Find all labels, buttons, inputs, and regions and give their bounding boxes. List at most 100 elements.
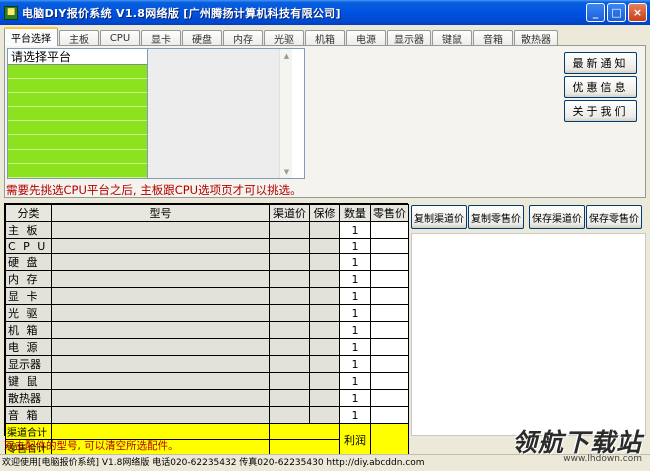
header-channel-price: 渠道价 — [269, 204, 310, 222]
tab-monitor[interactable]: 显示器 — [387, 30, 431, 46]
row-model[interactable] — [51, 221, 270, 239]
row-qty[interactable]: 1 — [339, 338, 371, 357]
save-retail-price-button[interactable]: 保存零售价 — [586, 205, 642, 229]
tab-speaker[interactable]: 音箱 — [473, 30, 513, 46]
row-qty[interactable]: 1 — [339, 406, 371, 425]
tab-platform[interactable]: 平台选择 — [4, 27, 58, 46]
platform-row[interactable] — [8, 93, 147, 108]
row-model[interactable] — [51, 338, 270, 357]
row-qty[interactable]: 1 — [339, 237, 371, 255]
row-qty[interactable]: 1 — [339, 253, 371, 272]
minimize-button[interactable]: _ — [586, 3, 605, 22]
table-row: 显 卡 1 — [5, 287, 409, 306]
tab-power[interactable]: 电源 — [346, 30, 386, 46]
channel-total-sum — [269, 423, 340, 441]
row-channel-price — [269, 253, 310, 272]
watermark-text: 领航下载站 — [512, 428, 643, 457]
tab-harddisk[interactable]: 硬盘 — [182, 30, 222, 46]
row-model[interactable] — [51, 389, 270, 408]
tab-keyboard-mouse[interactable]: 键鼠 — [432, 30, 472, 46]
platform-hint: 需要先挑选CPU平台之后, 主板跟CPU选项页才可以挑选。 — [6, 183, 302, 197]
row-model[interactable] — [51, 237, 270, 255]
table-row: 光 驱 1 — [5, 304, 409, 323]
row-retail-price[interactable] — [370, 389, 409, 408]
row-qty[interactable]: 1 — [339, 389, 371, 408]
row-retail-price[interactable] — [370, 355, 409, 374]
row-qty[interactable]: 1 — [339, 355, 371, 374]
row-model[interactable] — [51, 372, 270, 391]
table-row: 机 箱 1 — [5, 321, 409, 340]
row-retail-price[interactable] — [370, 287, 409, 306]
row-retail-price[interactable] — [370, 237, 409, 255]
maximize-button[interactable]: □ — [607, 3, 626, 22]
save-channel-price-button[interactable]: 保存渠道价 — [529, 205, 585, 229]
copy-retail-price-button[interactable]: 复制零售价 — [468, 205, 524, 229]
tab-cpu[interactable]: CPU — [100, 30, 140, 46]
row-qty[interactable]: 1 — [339, 304, 371, 323]
row-category: 显 卡 — [5, 287, 52, 306]
profit-value — [370, 423, 409, 457]
tab-graphics[interactable]: 显卡 — [141, 30, 181, 46]
row-category: 硬 盘 — [5, 253, 52, 272]
row-qty[interactable]: 1 — [339, 270, 371, 289]
platform-row[interactable] — [8, 149, 147, 164]
platform-row[interactable] — [8, 65, 147, 80]
row-channel-price — [269, 304, 310, 323]
double-click-hint: 双击配件的型号, 可以清空所选配件。 — [4, 440, 179, 452]
row-model[interactable] — [51, 406, 270, 425]
row-qty[interactable]: 1 — [339, 372, 371, 391]
about-button[interactable]: 关于我们 — [564, 100, 637, 122]
row-retail-price[interactable] — [370, 321, 409, 340]
platform-row[interactable] — [8, 135, 147, 150]
platform-row[interactable] — [8, 107, 147, 122]
row-warranty — [309, 270, 340, 289]
deals-button[interactable]: 优惠信息 — [564, 76, 637, 98]
row-model[interactable] — [51, 355, 270, 374]
tab-optical[interactable]: 光驱 — [264, 30, 304, 46]
table-row: 电 源 1 — [5, 338, 409, 357]
profit-label: 利润 — [339, 423, 371, 457]
row-retail-price[interactable] — [370, 221, 409, 239]
close-button[interactable]: × — [628, 3, 647, 22]
row-category: 光 驱 — [5, 304, 52, 323]
row-retail-price[interactable] — [370, 253, 409, 272]
table-row: 内 存 1 — [5, 270, 409, 289]
output-panel[interactable] — [411, 233, 646, 436]
row-retail-price[interactable] — [370, 406, 409, 425]
row-model[interactable] — [51, 321, 270, 340]
row-qty[interactable]: 1 — [339, 287, 371, 306]
scroll-down-icon[interactable]: ▼ — [280, 165, 293, 178]
platform-row[interactable] — [8, 163, 147, 178]
platform-list-header[interactable]: 请选择平台 — [8, 49, 147, 65]
row-model[interactable] — [51, 253, 270, 272]
news-button[interactable]: 最新通知 — [564, 52, 637, 74]
row-retail-price[interactable] — [370, 338, 409, 357]
tab-memory[interactable]: 内存 — [223, 30, 263, 46]
platform-row[interactable] — [8, 121, 147, 136]
row-category: 电 源 — [5, 338, 52, 357]
tab-motherboard[interactable]: 主板 — [59, 30, 99, 46]
row-category: 内 存 — [5, 270, 52, 289]
scroll-up-icon[interactable]: ▲ — [280, 49, 293, 62]
row-retail-price[interactable] — [370, 304, 409, 323]
tab-cooler[interactable]: 散热器 — [514, 30, 558, 46]
row-model[interactable] — [51, 270, 270, 289]
platform-row[interactable] — [8, 79, 147, 94]
copy-channel-price-button[interactable]: 复制渠道价 — [411, 205, 467, 229]
row-category: 主 板 — [5, 221, 52, 239]
row-qty[interactable]: 1 — [339, 221, 371, 239]
header-model: 型号 — [51, 204, 270, 222]
row-retail-price[interactable] — [370, 270, 409, 289]
table-row: 硬 盘 1 — [5, 253, 409, 272]
row-channel-price — [269, 221, 310, 239]
vertical-scrollbar[interactable]: ▲ ▼ — [279, 49, 292, 178]
row-warranty — [309, 338, 340, 357]
row-model[interactable] — [51, 287, 270, 306]
tab-case[interactable]: 机箱 — [305, 30, 345, 46]
row-model[interactable] — [51, 304, 270, 323]
row-category: 散热器 — [5, 389, 52, 408]
row-warranty — [309, 253, 340, 272]
row-qty[interactable]: 1 — [339, 321, 371, 340]
row-retail-price[interactable] — [370, 372, 409, 391]
row-channel-price — [269, 270, 310, 289]
